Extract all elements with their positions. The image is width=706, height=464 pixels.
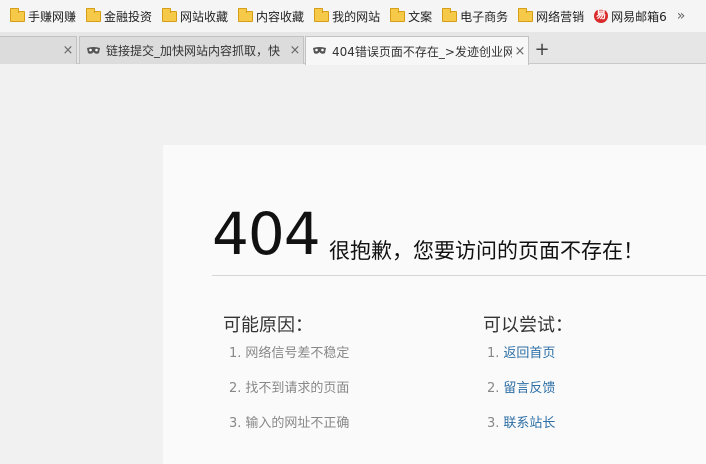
bookmark-folder-yingxiao[interactable]: 网络营销 (514, 5, 588, 27)
bookmark-label: 内容收藏 (256, 9, 305, 24)
list-number: 2. (487, 381, 500, 396)
reason-text: 找不到请求的页面 (245, 381, 350, 396)
tab-title: 404错误页面不存在_>发迹创业网 (332, 44, 512, 59)
bookmark-label: 金融投资 (104, 9, 153, 24)
bookmark-label: 电子商务 (460, 9, 509, 24)
list-item: 1. 网络信号差不稳定 (229, 344, 349, 379)
bookmark-folder-wangzhan[interactable]: 网站收藏 (158, 5, 232, 27)
tries-heading: 可以尝试： (483, 315, 573, 336)
home-link[interactable]: 返回首页 (503, 346, 555, 361)
list-item: 2. 找不到请求的页面 (229, 379, 349, 414)
close-icon[interactable]: × (60, 43, 76, 58)
feedback-link[interactable]: 留言反馈 (503, 381, 555, 396)
folder-icon (10, 7, 25, 22)
new-tab-button[interactable]: + (531, 40, 553, 62)
error-code: 404 (212, 200, 321, 268)
folder-icon (238, 7, 254, 22)
list-number: 3. (487, 416, 500, 431)
tab-404-active[interactable]: 404错误页面不存在_>发迹创业网 × (305, 36, 529, 65)
tab-strip: × 链接提交_加快网站内容抓取，快 × 404错误页面不存在_>发迹创业网 × … (0, 32, 706, 65)
mask-favicon-icon (313, 47, 326, 54)
bookmark-label: 网站收藏 (180, 9, 229, 24)
folder-icon (390, 7, 406, 22)
tab-title: 链接提交_加快网站内容抓取，快 (106, 44, 281, 58)
folder-icon (442, 7, 458, 22)
bookmark-label: 网络营销 (536, 9, 585, 24)
list-item: 3. 输入的网址不正确 (229, 414, 349, 449)
reason-text: 输入的网址不正确 (245, 416, 350, 431)
bookmark-label: 文案 (408, 9, 433, 24)
error-card: 404 很抱歉，您要访问的页面不存在！ 可能原因： 1. 网络信号差不稳定 2. 找… (163, 145, 706, 464)
divider (212, 275, 706, 276)
bookmark-folder-wode[interactable]: 我的网站 (310, 5, 384, 27)
tries-list: 1. 返回首页 2. 留言反馈 3. 联系站长 (487, 344, 555, 449)
tab-link-submit[interactable]: 链接提交_加快网站内容抓取，快 × (79, 36, 304, 64)
reason-text: 网络信号差不稳定 (245, 346, 350, 361)
bookmarks-bar: 手赚网赚 金融投资 网站收藏 内容收藏 我的网站 文案 电子商务 网络营销 易网… (0, 0, 706, 32)
list-item: 1. 返回首页 (487, 344, 555, 379)
list-item: 3. 联系站长 (487, 414, 555, 449)
bookmark-folder-wenan[interactable]: 文案 (386, 5, 436, 27)
netease-mail-icon: 易 (594, 9, 609, 23)
bookmark-label: 我的网站 (332, 9, 381, 24)
bookmark-folder-shouzhuan[interactable]: 手赚网赚 (6, 5, 80, 27)
close-icon[interactable]: × (287, 43, 303, 58)
bookmark-folder-dianzi[interactable]: 电子商务 (438, 5, 512, 27)
error-message: 很抱歉，您要访问的页面不存在！ (329, 239, 644, 263)
tab-previous[interactable]: × (0, 36, 77, 64)
list-number: 3. (229, 416, 242, 431)
bookmark-folder-jinrong[interactable]: 金融投资 (82, 5, 156, 27)
bookmark-folder-neirong[interactable]: 内容收藏 (234, 5, 308, 27)
folder-icon (314, 7, 330, 22)
page-viewport: 404 很抱歉，您要访问的页面不存在！ 可能原因： 1. 网络信号差不稳定 2. 找… (0, 65, 706, 464)
bookmark-label: 手赚网赚 (28, 9, 77, 24)
close-icon[interactable]: × (512, 44, 528, 59)
mask-favicon-icon (87, 46, 100, 54)
folder-icon (162, 7, 178, 22)
list-number: 1. (229, 346, 242, 361)
bookmark-label: 网易邮箱6 (611, 9, 667, 24)
folder-icon (518, 7, 534, 22)
list-item: 2. 留言反馈 (487, 379, 555, 414)
reasons-heading: 可能原因： (223, 315, 313, 336)
contact-admin-link[interactable]: 联系站长 (503, 416, 555, 431)
list-number: 1. (487, 346, 500, 361)
more-bookmarks-chevron-icon[interactable]: » (677, 8, 686, 24)
reasons-list: 1. 网络信号差不稳定 2. 找不到请求的页面 3. 输入的网址不正确 (229, 344, 349, 449)
folder-icon (86, 7, 102, 22)
bookmark-netease-mail[interactable]: 易网易邮箱6 (590, 5, 671, 27)
list-number: 2. (229, 381, 242, 396)
